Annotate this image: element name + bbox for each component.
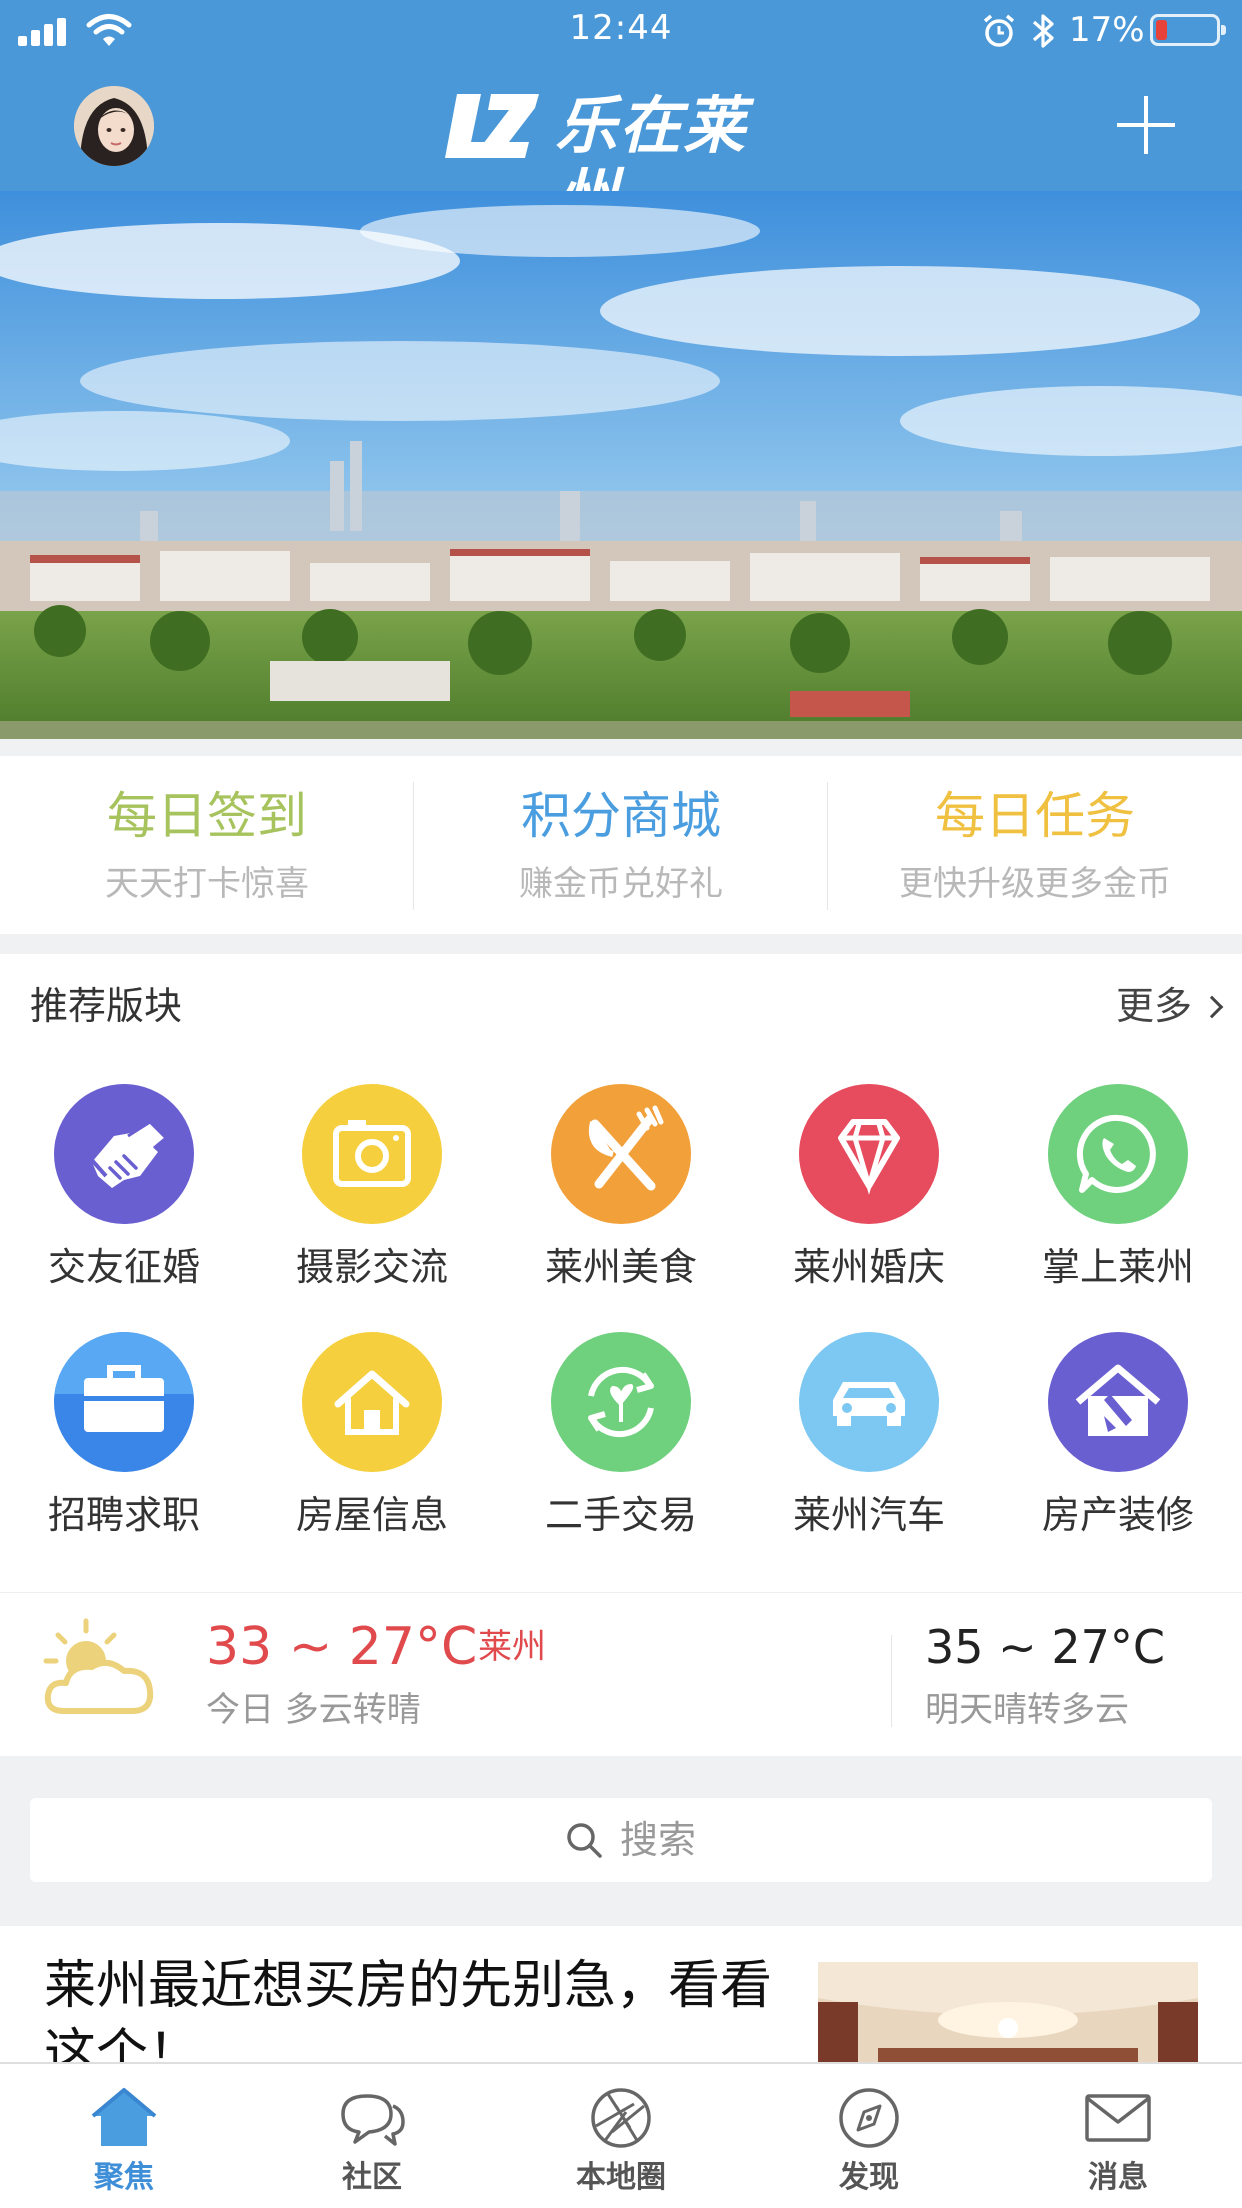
home-icon [91, 2088, 157, 2146]
partly-cloudy-icon [43, 1618, 154, 1714]
category-renovation[interactable]: 房产装修 [994, 1332, 1242, 1572]
camera-icon [302, 1084, 442, 1224]
tab-label: 消息 [1088, 2160, 1148, 2195]
tab-local-circle[interactable]: 本地圈 [497, 2064, 745, 2208]
banner-image[interactable] [0, 191, 1242, 739]
daily-checkin-button[interactable]: 每日签到 天天打卡惊喜 [0, 756, 414, 934]
tomorrow-temperature: 35 ~ 27°C [925, 1620, 1165, 1674]
alarm-icon [983, 14, 1015, 47]
article-title: 莱州最近想买房的先别急，看看这个！ [44, 1956, 773, 2062]
diamond-icon [799, 1084, 939, 1224]
category-label: 交友征婚 [47, 1245, 200, 1289]
quick-action-title: 积分商城 [521, 787, 721, 845]
weather-city: 莱州 [478, 1627, 546, 1667]
category-photography[interactable]: 摄影交流 [248, 1084, 496, 1324]
category-label: 房产装修 [1041, 1493, 1194, 1537]
daily-tasks-button[interactable]: 每日任务 更快升级更多金币 [828, 756, 1242, 934]
search-icon [567, 1823, 602, 1858]
category-label: 莱州美食 [544, 1245, 697, 1289]
category-label: 莱州婚庆 [792, 1245, 945, 1289]
quick-actions: 每日签到 天天打卡惊喜 积分商城 赚金币兑好礼 每日任务 更快升级更多金币 [0, 756, 1242, 934]
category-cars[interactable]: 莱州汽车 [745, 1332, 993, 1572]
section-separator [0, 739, 1242, 756]
recommended-sections: 推荐版块 更多 交友征婚 摄影交流 莱州美食 莱州婚庆 掌上莱州 招聘求职 房屋… [0, 954, 1242, 1590]
tab-community[interactable]: 社区 [248, 2064, 496, 2208]
category-label: 摄影交流 [295, 1245, 448, 1289]
compass-icon [839, 2088, 899, 2148]
car-icon [799, 1332, 939, 1472]
category-mobile-laizhou[interactable]: 掌上莱州 [994, 1084, 1242, 1324]
category-housing[interactable]: 房屋信息 [248, 1332, 496, 1572]
category-label: 掌上莱州 [1041, 1245, 1194, 1289]
tab-messages[interactable]: 消息 [994, 2064, 1242, 2208]
tomorrow-forecast: 明天晴转多云 [925, 1690, 1129, 1730]
divider [891, 1635, 892, 1727]
quick-action-subtitle: 更快升级更多金币 [899, 864, 1171, 904]
quick-action-subtitle: 赚金币兑好礼 [519, 864, 723, 904]
search-input[interactable]: 搜索 [30, 1798, 1212, 1882]
category-secondhand[interactable]: 二手交易 [497, 1332, 745, 1572]
section-title: 推荐版块 [30, 984, 183, 1028]
tab-discover[interactable]: 发现 [745, 2064, 993, 2208]
handshake-icon [54, 1084, 194, 1224]
category-label: 招聘求职 [47, 1493, 200, 1537]
category-label: 房屋信息 [295, 1493, 448, 1537]
tab-label: 发现 [839, 2160, 899, 2195]
utensils-icon [551, 1084, 691, 1224]
more-label: 更多 [1115, 984, 1192, 1028]
quick-action-subtitle: 天天打卡惊喜 [105, 864, 309, 904]
points-mall-button[interactable]: 积分商城 赚金币兑好礼 [414, 756, 828, 934]
renovation-icon [1048, 1332, 1188, 1472]
app-logo: 乐在莱州 [443, 88, 803, 234]
recycle-icon [551, 1332, 691, 1472]
article-thumbnail [818, 1962, 1198, 2062]
today-temperature: 33 ~ 27°C [206, 1617, 478, 1677]
quick-action-title: 每日签到 [107, 787, 307, 845]
category-jobs[interactable]: 招聘求职 [0, 1332, 248, 1572]
search-placeholder: 搜索 [620, 1818, 697, 1862]
article-card[interactable]: 莱州最近想买房的先别急，看看这个！ [0, 1926, 1242, 2062]
phone-chat-icon [1048, 1084, 1188, 1224]
house-icon [302, 1332, 442, 1472]
tab-label: 社区 [342, 2160, 402, 2195]
avatar[interactable] [74, 86, 154, 166]
category-dating[interactable]: 交友征婚 [0, 1084, 248, 1324]
envelope-icon [1085, 2094, 1151, 2142]
briefcase-icon [54, 1332, 194, 1472]
tab-focus[interactable]: 聚焦 [0, 2064, 248, 2208]
search-section: 搜索 [0, 1756, 1242, 1926]
status-bar: 12:44 17% [0, 0, 1242, 62]
category-wedding[interactable]: 莱州婚庆 [745, 1084, 993, 1324]
quick-action-title: 每日任务 [935, 787, 1135, 845]
chevron-right-icon [1200, 995, 1224, 1019]
bluetooth-icon [1032, 14, 1054, 48]
battery-percent: 17% [1069, 10, 1145, 50]
category-food[interactable]: 莱州美食 [497, 1084, 745, 1324]
more-link[interactable]: 更多 [1115, 978, 1224, 1034]
aperture-icon [591, 2088, 651, 2148]
lz-logo-icon [445, 94, 539, 158]
category-label: 莱州汽车 [792, 1493, 945, 1537]
today-forecast: 今日 多云转晴 [206, 1690, 421, 1730]
tab-label: 聚焦 [94, 2160, 154, 2195]
weather-widget[interactable]: 33 ~ 27°C 莱州 今日 多云转晴 35 ~ 27°C 明天晴转多云 [0, 1592, 1242, 1756]
app-header: 12:44 17% 乐在莱州 [0, 0, 1242, 234]
plus-icon[interactable] [1113, 92, 1179, 158]
battery-icon [1150, 14, 1226, 46]
bottom-tab-bar: 聚焦 社区 本地圈 发现 消息 [0, 2062, 1242, 2208]
category-label: 二手交易 [544, 1493, 697, 1537]
tab-label: 本地圈 [576, 2160, 666, 2195]
section-separator [0, 934, 1242, 954]
chat-bubbles-icon [341, 2094, 405, 2146]
